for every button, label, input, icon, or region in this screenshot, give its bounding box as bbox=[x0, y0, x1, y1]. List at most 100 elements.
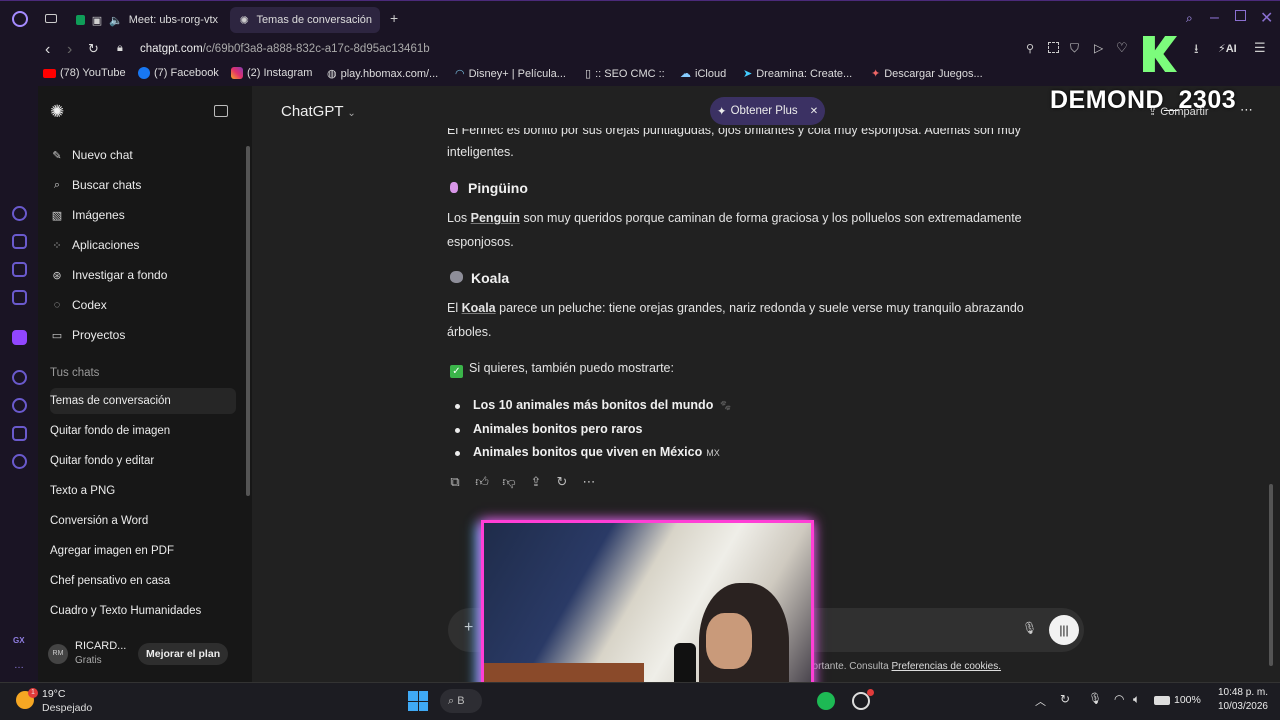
shield-icon[interactable]: ⛉ bbox=[1070, 41, 1079, 56]
chat-item[interactable]: Quitar fondo y editar bbox=[50, 448, 236, 474]
penguin-heading: Pingüino bbox=[450, 180, 528, 196]
history-icon[interactable] bbox=[12, 398, 27, 413]
date: 10/03/2026 bbox=[1217, 701, 1268, 712]
bookmark-instagram[interactable]: (2) Instagram bbox=[231, 67, 312, 79]
tab-switcher-icon[interactable] bbox=[45, 14, 57, 23]
search-tabs-icon[interactable]: ⌕ bbox=[1186, 11, 1193, 26]
gx-icon[interactable]: GX bbox=[13, 636, 25, 645]
regenerate-icon[interactable]: ↻ bbox=[555, 475, 569, 489]
spotify-icon[interactable] bbox=[817, 692, 835, 710]
more-icon[interactable]: ⋯ bbox=[582, 475, 596, 489]
volume-icon[interactable]: 🔈︎ bbox=[1133, 692, 1140, 707]
battery-icon[interactable] bbox=[1154, 696, 1170, 705]
extensions-icon[interactable] bbox=[12, 262, 27, 277]
bookmark-dreamina[interactable]: ➤ Dreamina: Create... bbox=[743, 67, 852, 81]
more-options-icon[interactable]: ⋯ bbox=[1240, 102, 1253, 118]
microphone-icon[interactable]: 🎙︎ bbox=[1022, 621, 1037, 635]
nav-images[interactable]: ▧ Imágenes bbox=[50, 202, 125, 228]
main-scrollbar[interactable] bbox=[1269, 484, 1273, 666]
speaker-icon[interactable]: 🔈 bbox=[109, 13, 123, 27]
voice-mode-button[interactable]: ||| bbox=[1049, 615, 1079, 645]
thumbs-up-icon[interactable]: 👍︎ bbox=[475, 475, 489, 489]
thumbs-down-icon[interactable]: 👎︎ bbox=[502, 475, 516, 489]
bookmark-juegos[interactable]: ✦ Descargar Juegos... bbox=[871, 67, 983, 81]
nav-projects[interactable]: ▭ Proyectos bbox=[50, 322, 126, 348]
chat-item[interactable]: Quitar fondo de imagen bbox=[50, 418, 236, 444]
url-field[interactable]: chatgpt.com/c/69b0f3a8-a888-832c-a17c-8d… bbox=[140, 43, 430, 55]
pin-icon[interactable]: ⚲ bbox=[1026, 42, 1034, 55]
chatgpt-logo-icon[interactable]: ✺ bbox=[50, 102, 64, 122]
nav-label: Buscar chats bbox=[72, 178, 142, 192]
model-selector[interactable]: ChatGPT ⌄ bbox=[281, 103, 356, 120]
cookies-link[interactable]: Preferencias de cookies. bbox=[892, 661, 1002, 672]
attach-plus-icon[interactable]: + bbox=[464, 619, 473, 637]
maximize-icon[interactable] bbox=[1235, 10, 1246, 21]
heart-icon[interactable]: ♡ bbox=[1116, 40, 1128, 56]
clock[interactable]: 10:48 p. m. 10/03/2026 bbox=[1208, 686, 1268, 714]
chat-item[interactable]: Cuadro y Texto Humanidades bbox=[50, 598, 236, 624]
get-plus-button[interactable]: ✦ Obtener Plus ✕ bbox=[710, 97, 825, 125]
upgrade-button[interactable]: Mejorar el plan bbox=[138, 643, 229, 665]
opera-logo-icon[interactable] bbox=[12, 11, 28, 27]
koala-link[interactable]: Koala bbox=[462, 301, 496, 315]
bookmark-disney[interactable]: ◠ Disney+ | Película... bbox=[455, 67, 566, 81]
new-tab-button[interactable]: + bbox=[390, 10, 398, 26]
windows-start-icon[interactable] bbox=[408, 691, 428, 711]
menu-icon[interactable]: ☰ bbox=[1254, 40, 1266, 56]
tab-chatgpt[interactable]: ✺ Temas de conversación bbox=[230, 7, 380, 33]
nav-label: Aplicaciones bbox=[72, 238, 140, 252]
avatar: RM bbox=[48, 644, 68, 664]
toggle-sidebar-icon[interactable] bbox=[214, 105, 228, 117]
close-window-icon[interactable]: ✕ bbox=[1260, 8, 1273, 28]
codex-icon: ◌ bbox=[53, 299, 61, 311]
chat-item[interactable]: Agregar imagen en PDF bbox=[50, 538, 236, 564]
share-button[interactable]: ⇪ Compartir bbox=[1148, 105, 1209, 118]
disney-icon: ◠ bbox=[455, 68, 465, 80]
cube-icon[interactable] bbox=[12, 426, 27, 441]
messenger-icon[interactable] bbox=[12, 290, 27, 305]
weather-widget[interactable]: 1 19°C Despejado bbox=[16, 686, 126, 718]
nav-apps[interactable]: ⁘ Aplicaciones bbox=[50, 232, 139, 258]
twitch-icon[interactable] bbox=[12, 330, 27, 345]
taskbar-search[interactable]: ⌕ B bbox=[440, 689, 482, 713]
chat-item[interactable]: Texto a PNG bbox=[50, 478, 236, 504]
sidebar-scrollbar[interactable] bbox=[246, 146, 250, 496]
nav-codex[interactable]: ◌ Codex bbox=[50, 292, 107, 318]
bookmark-seo[interactable]: ▯:: SEO CMC :: bbox=[585, 67, 665, 81]
tray-chevron-icon[interactable]: ︿ bbox=[1035, 693, 1046, 709]
download-icon[interactable]: ⭳ bbox=[1194, 40, 1199, 62]
bookmark-hbomax[interactable]: ◍ play.hbomax.com/... bbox=[327, 67, 438, 81]
minimize-icon[interactable]: ‒ bbox=[1210, 9, 1219, 27]
user-profile[interactable]: RM RICARD... Gratis bbox=[48, 640, 148, 670]
lock-icon[interactable]: 🔒︎ bbox=[117, 42, 123, 55]
penguin-link[interactable]: Penguin bbox=[471, 211, 520, 225]
nav-new-chat[interactable]: ✎ Nuevo chat bbox=[50, 142, 132, 168]
crypto-wallet-icon[interactable] bbox=[12, 234, 27, 249]
nav-search-chats[interactable]: ⌕ Buscar chats bbox=[50, 172, 141, 198]
chat-item[interactable]: Chef pensativo en casa bbox=[50, 568, 236, 594]
share-icon[interactable]: ⇪ bbox=[529, 475, 543, 489]
mic-tray-icon[interactable]: 🎙︎ bbox=[1088, 692, 1102, 705]
aria-icon[interactable] bbox=[12, 206, 27, 221]
forward-icon[interactable]: › bbox=[67, 41, 72, 59]
chat-item[interactable]: Conversión a Word bbox=[50, 508, 236, 534]
bookmark-facebook[interactable]: (7) Facebook bbox=[138, 67, 219, 79]
webcam-overlay bbox=[481, 520, 814, 706]
reload-icon[interactable]: ↻ bbox=[88, 41, 99, 57]
chat-item[interactable]: Temas de conversación bbox=[50, 388, 236, 414]
bookmark-youtube[interactable]: (78) YouTube bbox=[43, 67, 126, 79]
bookmark-icloud[interactable]: ☁ iCloud bbox=[680, 67, 726, 81]
snapshot-icon[interactable] bbox=[1048, 42, 1059, 53]
wifi-icon[interactable]: ◠ bbox=[1114, 692, 1124, 706]
settings-icon[interactable] bbox=[12, 454, 27, 469]
send-icon[interactable]: ▷ bbox=[1094, 41, 1103, 55]
player-icon[interactable] bbox=[12, 370, 27, 385]
back-icon[interactable]: ‹ bbox=[45, 41, 50, 59]
more-icon[interactable]: … bbox=[14, 660, 24, 671]
nav-research[interactable]: ⊛ Investigar a fondo bbox=[50, 262, 167, 288]
tab-meet[interactable]: ▣ 🔈 Meet: ubs-rorg-vtx bbox=[68, 7, 226, 33]
aria-ai-icon[interactable]: ⚡AI bbox=[1218, 42, 1237, 55]
sync-icon[interactable]: ↻ bbox=[1060, 692, 1070, 706]
close-icon[interactable]: ✕ bbox=[810, 106, 818, 117]
copy-icon[interactable]: ⧉ bbox=[448, 475, 462, 489]
